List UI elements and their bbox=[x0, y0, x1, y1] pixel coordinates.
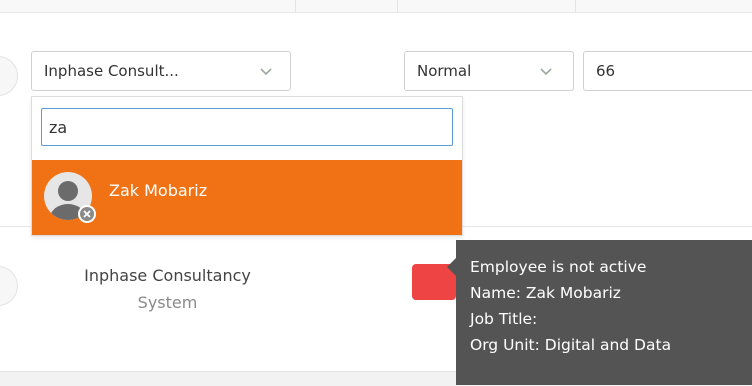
table-header-strip bbox=[0, 0, 752, 13]
value-field[interactable]: 66 bbox=[583, 51, 752, 91]
organisation-select[interactable]: Inphase Consult... bbox=[31, 51, 291, 91]
chevron-down-icon[interactable] bbox=[538, 63, 554, 79]
header-separator bbox=[295, 0, 296, 12]
dropdown-option[interactable]: Zak Mobariz bbox=[32, 160, 462, 235]
row-select-circle[interactable] bbox=[0, 56, 18, 96]
tooltip-org-unit: Org Unit: Digital and Data bbox=[470, 336, 672, 354]
dropdown-search-input[interactable] bbox=[41, 108, 453, 146]
owner-cell: Inphase Consultancy System bbox=[45, 266, 290, 312]
organisation-select-value: Inphase Consult... bbox=[44, 62, 179, 80]
organisation-dropdown-panel: Zak Mobariz bbox=[31, 96, 463, 236]
chevron-down-icon[interactable] bbox=[258, 63, 274, 79]
employee-tooltip: Employee is not active Name: Zak Mobariz… bbox=[447, 240, 752, 385]
inactive-badge-icon bbox=[78, 205, 96, 223]
tooltip-status: Employee is not active bbox=[470, 258, 647, 276]
value-field-text: 66 bbox=[596, 62, 616, 80]
dropdown-option-label: Zak Mobariz bbox=[109, 181, 208, 200]
priority-select-value: Normal bbox=[417, 62, 472, 80]
tooltip-name: Name: Zak Mobariz bbox=[470, 284, 621, 302]
user-avatar-icon bbox=[44, 172, 96, 223]
row-select-circle[interactable] bbox=[0, 266, 18, 306]
owner-type: System bbox=[137, 293, 198, 312]
tooltip-arrow bbox=[447, 258, 456, 276]
owner-name: Inphase Consultancy bbox=[84, 266, 251, 285]
tooltip-job-title: Job Title: bbox=[470, 310, 538, 328]
header-separator bbox=[575, 0, 576, 12]
header-separator bbox=[397, 0, 398, 12]
priority-select[interactable]: Normal bbox=[404, 51, 574, 91]
